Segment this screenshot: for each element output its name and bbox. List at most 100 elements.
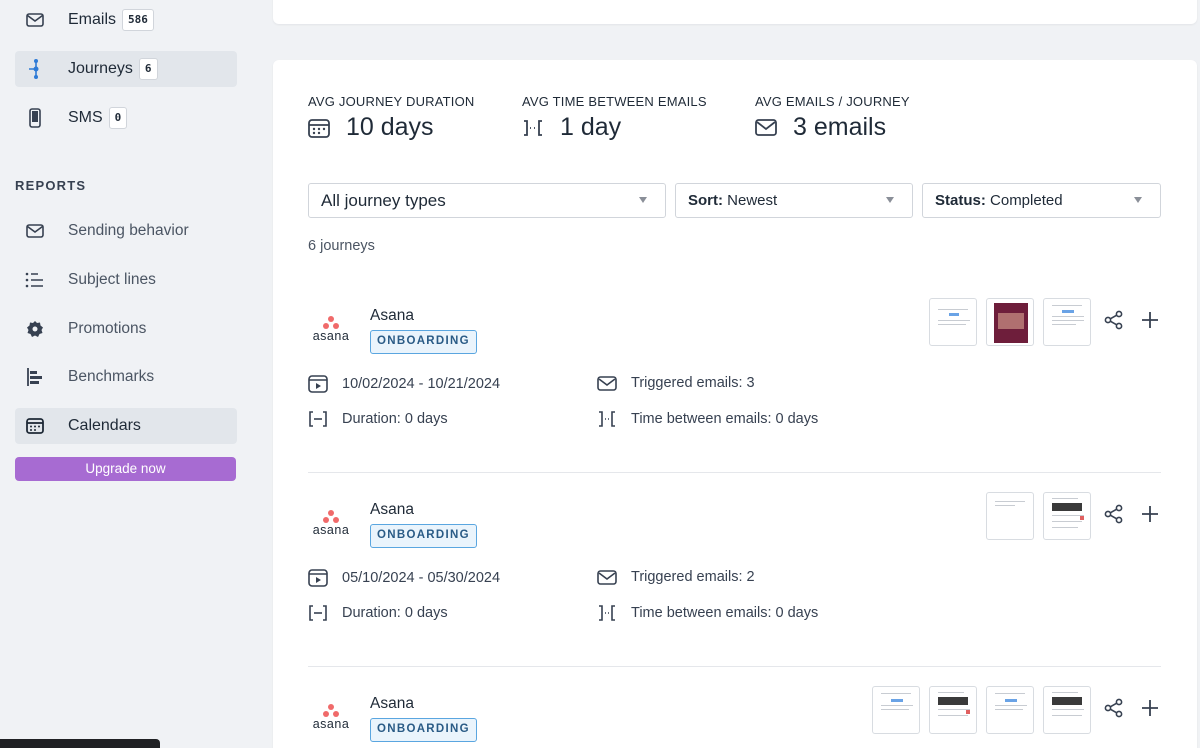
email-thumbnail[interactable] — [986, 686, 1034, 734]
triggered-emails: Triggered emails: 3 — [597, 375, 755, 391]
journeys-panel: AVG JOURNEY DURATION 10 days AVG TIME BE… — [273, 60, 1197, 748]
calendar-icon — [308, 118, 336, 138]
calendar-play-icon — [308, 569, 330, 587]
asana-logo: asana — [311, 316, 351, 343]
sidebar-item-label: Calendars — [68, 417, 141, 434]
add-button[interactable] — [1139, 503, 1161, 525]
email-thumbnail[interactable] — [929, 686, 977, 734]
sidebar-item-label: Promotions — [68, 320, 147, 337]
email-thumbnail[interactable] — [872, 686, 920, 734]
stat-avg-emails: AVG EMAILS / JOURNEY 3 emails — [755, 94, 910, 142]
email-thumbnail[interactable] — [1043, 686, 1091, 734]
sort-label: Sort: — [688, 192, 723, 209]
email-thumbnail[interactable] — [1043, 298, 1091, 346]
sidebar-item-journeys[interactable]: Journeys 6 — [15, 51, 237, 87]
journey-type-badge: ONBOARDING — [370, 524, 477, 548]
stat-avg-duration: AVG JOURNEY DURATION 10 days — [308, 94, 475, 142]
email-thumbnail[interactable] — [986, 298, 1034, 346]
triggered-emails: Triggered emails: 2 — [597, 569, 755, 585]
sidebar-item-label: Benchmarks — [68, 368, 155, 385]
share-button[interactable] — [1103, 503, 1125, 525]
sort-select[interactable]: Sort: Newest — [675, 183, 913, 218]
journey-type-badge: ONBOARDING — [370, 330, 477, 354]
chevron-down-icon — [639, 197, 647, 203]
email-thumbnails — [986, 492, 1091, 540]
sidebar-item-subject-lines[interactable]: Subject lines — [15, 262, 237, 298]
journey-type-value: All journey types — [321, 190, 446, 210]
email-thumbnail[interactable] — [986, 492, 1034, 540]
email-thumbnails — [929, 298, 1091, 346]
interval-icon — [597, 411, 619, 427]
sidebar-item-label: Sending behavior — [68, 222, 189, 239]
journey-count: 6 journeys — [308, 238, 375, 254]
journey-type-select[interactable]: All journey types — [308, 183, 666, 218]
plus-icon — [1142, 700, 1158, 716]
brand-name: Asana — [370, 307, 414, 324]
badge-icon — [15, 320, 55, 338]
plus-icon — [1142, 312, 1158, 328]
plus-icon — [1142, 506, 1158, 522]
time-between-emails: Time between emails: 0 days — [597, 411, 818, 427]
email-thumbnail[interactable] — [1043, 492, 1091, 540]
envelope-icon — [597, 569, 619, 585]
asana-logo: asana — [311, 510, 351, 537]
count-badge: 586 — [122, 9, 154, 31]
sidebar-item-label: Journeys — [68, 60, 133, 77]
duration: Duration: 0 days — [308, 605, 448, 621]
email-thumbnail[interactable] — [929, 298, 977, 346]
asana-logo: asana — [311, 704, 351, 731]
top-card — [273, 0, 1197, 24]
interval-icon — [522, 118, 550, 138]
sidebar-item-label: Subject lines — [68, 271, 156, 288]
share-icon — [1104, 504, 1123, 524]
calendar-play-icon — [308, 375, 330, 393]
calendar-icon — [15, 418, 55, 434]
bar-chart-icon — [15, 367, 55, 387]
count-badge: 6 — [138, 58, 158, 80]
stat-value: 3 emails — [793, 113, 887, 141]
stat-label: AVG EMAILS / JOURNEY — [755, 94, 910, 109]
share-button[interactable] — [1103, 697, 1125, 719]
duration-icon — [308, 411, 330, 427]
chevron-down-icon — [1134, 197, 1142, 203]
journey-type-badge: ONBOARDING — [370, 718, 477, 742]
date-range: 05/10/2024 - 05/30/2024 — [308, 569, 500, 587]
envelope-icon — [755, 119, 783, 136]
stat-value: 10 days — [346, 113, 434, 141]
add-button[interactable] — [1139, 697, 1161, 719]
divider — [308, 472, 1161, 473]
journey-icon — [15, 58, 55, 80]
sidebar-item-calendars[interactable]: Calendars — [15, 408, 237, 444]
date-range: 10/02/2024 - 10/21/2024 — [308, 375, 500, 393]
envelope-icon — [15, 13, 55, 27]
brand-name: Asana — [370, 501, 414, 518]
sidebar-item-benchmarks[interactable]: Benchmarks — [15, 359, 237, 395]
count-badge: 0 — [108, 107, 128, 129]
sidebar-item-sms[interactable]: SMS 0 — [15, 100, 237, 136]
sidebar: Emails 586 Journeys 6 SMS 0 REPORTS Send… — [0, 0, 252, 748]
duration-icon — [308, 605, 330, 621]
interval-icon — [597, 605, 619, 621]
upgrade-button[interactable]: Upgrade now — [15, 457, 236, 481]
chevron-down-icon — [886, 197, 894, 203]
sort-value: Newest — [727, 192, 778, 209]
status-select[interactable]: Status: Completed — [922, 183, 1161, 218]
phone-icon — [15, 108, 55, 128]
sidebar-item-promotions[interactable]: Promotions — [15, 311, 237, 347]
sidebar-item-emails[interactable]: Emails 586 — [15, 2, 237, 38]
sidebar-item-label: SMS — [68, 109, 103, 126]
status-label: Status: — [935, 192, 986, 209]
add-button[interactable] — [1139, 309, 1161, 331]
status-value: Completed — [990, 192, 1063, 209]
status-bar-tooltip — [0, 739, 160, 748]
stat-label: AVG TIME BETWEEN EMAILS — [522, 94, 707, 109]
reports-heading: REPORTS — [15, 178, 87, 193]
stat-avg-time-between: AVG TIME BETWEEN EMAILS 1 day — [522, 94, 707, 142]
share-icon — [1104, 698, 1123, 718]
sidebar-item-sending-behavior[interactable]: Sending behavior — [15, 213, 237, 249]
sidebar-item-label: Emails — [68, 11, 117, 28]
envelope-icon — [15, 224, 55, 238]
email-thumbnails — [872, 686, 1091, 734]
share-button[interactable] — [1103, 309, 1125, 331]
time-between-emails: Time between emails: 0 days — [597, 605, 818, 621]
